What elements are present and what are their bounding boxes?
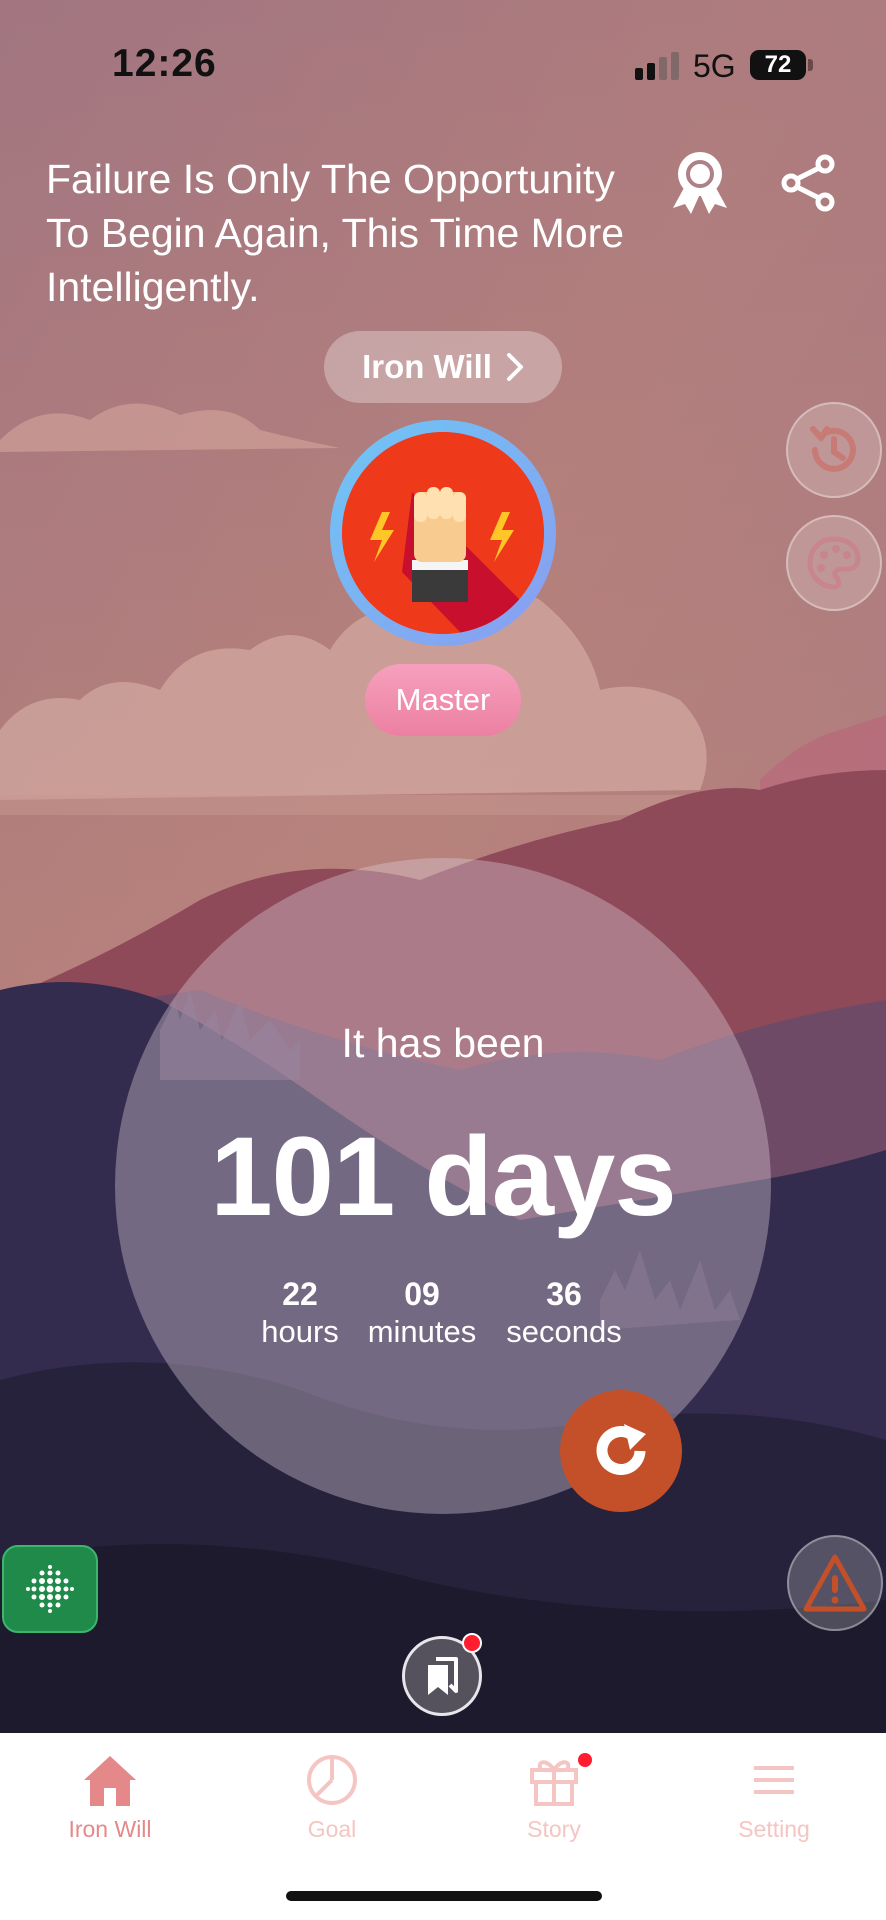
tab-label: Iron Will (68, 1816, 152, 1842)
story-notification-dot (578, 1753, 592, 1767)
palette-icon (807, 536, 861, 590)
theme-button[interactable] (786, 515, 882, 611)
network-type: 5G (693, 48, 736, 84)
timer-intro: It has been (341, 1020, 545, 1066)
history-icon (810, 426, 856, 472)
habit-name-button[interactable]: Iron Will (324, 331, 562, 403)
dot-grid-icon (26, 1565, 74, 1613)
level-badge[interactable]: Master (365, 664, 521, 736)
habit-name-label: Iron Will (362, 348, 492, 385)
battery-indicator: 72 (750, 50, 806, 80)
motivational-quote: Failure Is Only The Opportunity To Begin… (46, 156, 625, 310)
bookmark-icon (428, 1657, 458, 1695)
tab-label: Setting (738, 1816, 810, 1842)
breathing-button[interactable] (2, 1545, 98, 1633)
reset-button[interactable] (560, 1390, 682, 1512)
screen: 12:26 5G 72 Failure Is Only The Opportun… (0, 0, 886, 1920)
reset-icon (596, 1424, 646, 1475)
tab-label: Story (527, 1816, 581, 1842)
history-button[interactable] (786, 402, 882, 498)
tab-story[interactable]: Story (474, 1750, 634, 1843)
menu-icon (754, 1766, 794, 1794)
bookmark-notification-dot (462, 1633, 482, 1653)
seconds-unit: 36 seconds (489, 1275, 639, 1351)
minutes-unit: 09 minutes (347, 1275, 497, 1351)
warning-icon (803, 1554, 867, 1612)
days-count: 101 days (210, 1114, 676, 1239)
minutes-label: minutes (367, 1314, 477, 1349)
tab-iron-will[interactable]: Iron Will (30, 1750, 190, 1843)
minutes-value: 09 (404, 1276, 440, 1312)
pie-chart-icon (307, 1755, 357, 1805)
home-icon (84, 1756, 136, 1806)
tab-goal[interactable]: Goal (252, 1750, 412, 1843)
signal-strength-icon (635, 52, 679, 80)
share-button[interactable] (773, 148, 843, 218)
seconds-value: 36 (546, 1276, 582, 1312)
chevron-right-icon (506, 353, 523, 381)
tab-setting[interactable]: Setting (694, 1750, 854, 1843)
gift-icon (530, 1760, 578, 1806)
tab-label: Goal (307, 1816, 357, 1842)
habit-avatar[interactable] (330, 420, 556, 646)
share-icon (781, 154, 835, 212)
status-time: 12:26 (112, 42, 217, 85)
fist-icon (342, 432, 544, 634)
warning-button[interactable] (787, 1535, 883, 1631)
award-ribbon-icon (673, 152, 727, 214)
home-indicator (286, 1891, 602, 1901)
seconds-label: seconds (506, 1314, 622, 1349)
battery-tip (808, 59, 813, 71)
award-button[interactable] (665, 148, 735, 218)
